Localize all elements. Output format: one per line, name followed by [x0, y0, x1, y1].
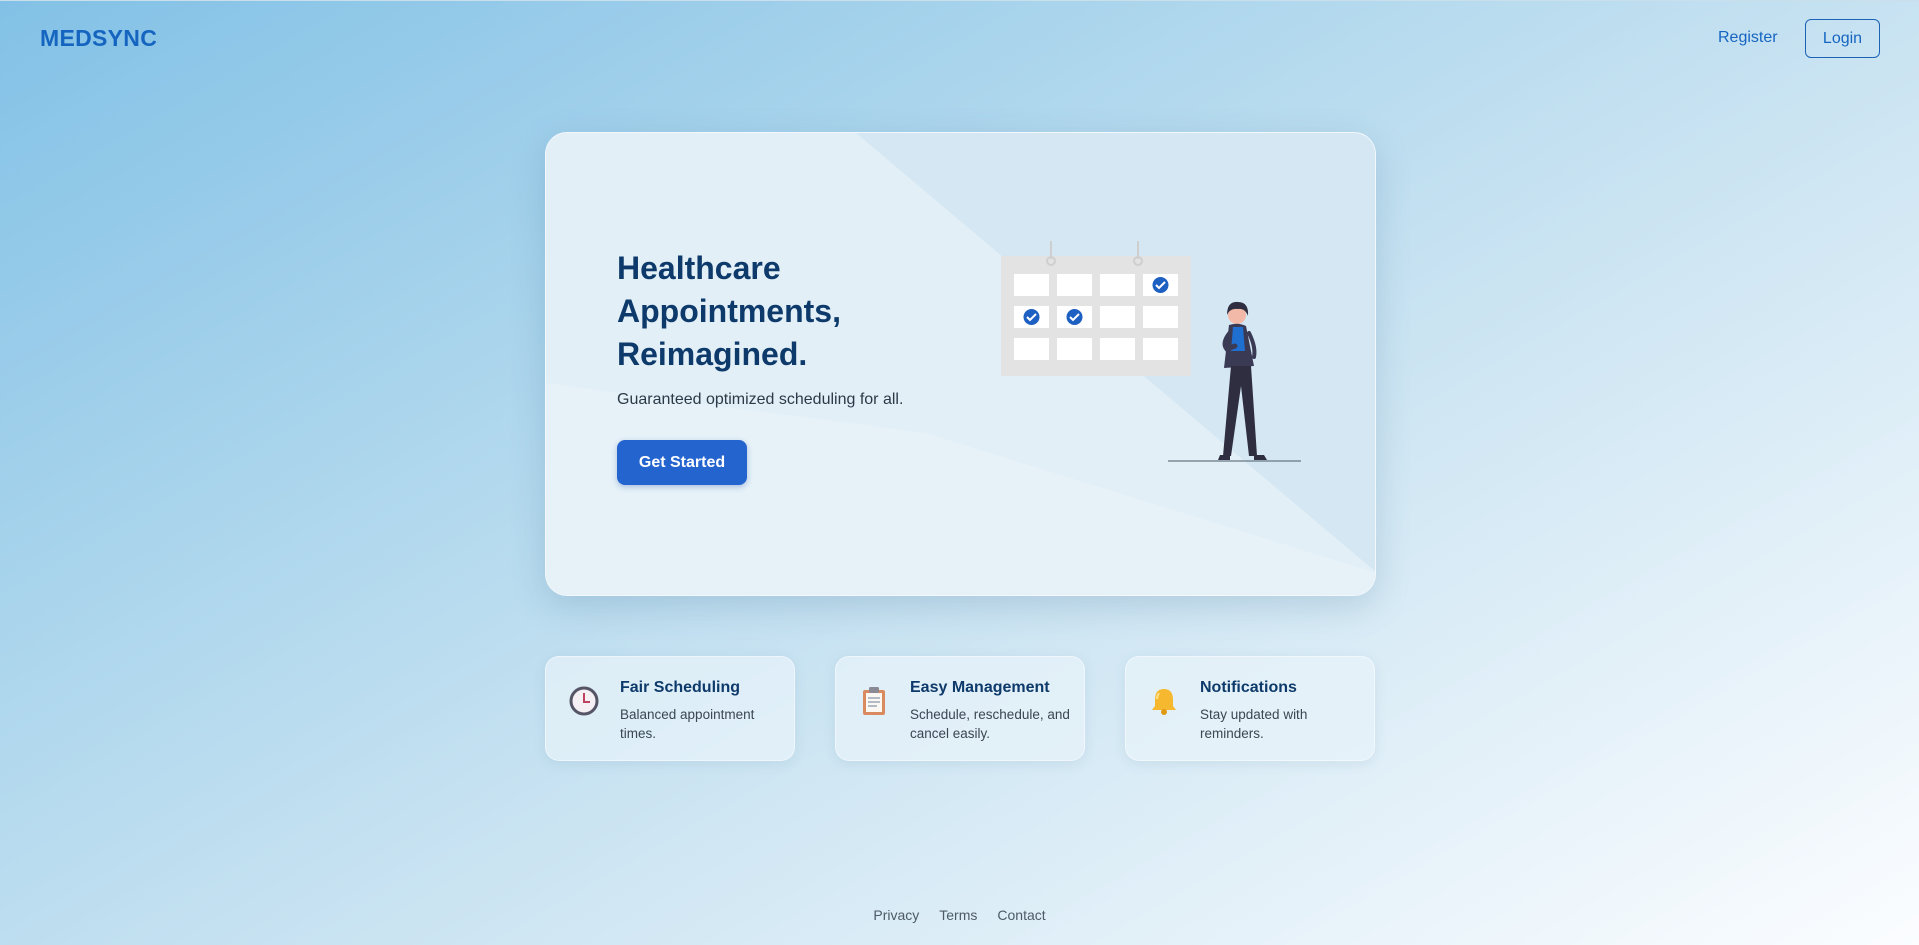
feature-card-easy-management: Easy Management Schedule, reschedule, an… [835, 656, 1085, 761]
hero-card: Healthcare Appointments, Reimagined. Gua… [545, 132, 1376, 596]
top-navigation: MEDSYNC Register Login [0, 0, 1919, 78]
feature-title: Notifications [1200, 679, 1297, 696]
feature-title: Fair Scheduling [620, 679, 741, 696]
feature-description: Schedule, reschedule, and cancel easily. [910, 707, 1070, 741]
clipboard-icon [863, 687, 885, 715]
feature-card-notifications: Notifications Stay updated with reminder… [1125, 656, 1375, 761]
bell-icon [1152, 689, 1176, 715]
footer: Privacy Terms Contact [0, 907, 1919, 923]
get-started-button[interactable]: Get Started [617, 440, 747, 485]
feature-description: Stay updated with reminders. [1200, 707, 1308, 741]
register-link[interactable]: Register [1718, 29, 1778, 47]
clock-icon [569, 686, 599, 716]
hero-title: Healthcare Appointments, Reimagined. [617, 250, 841, 372]
footer-link-contact[interactable]: Contact [997, 907, 1045, 923]
hero-subtitle: Guaranteed optimized scheduling for all. [617, 391, 904, 408]
feature-title: Easy Management [910, 679, 1050, 696]
footer-link-privacy[interactable]: Privacy [873, 907, 919, 923]
footer-link-terms[interactable]: Terms [939, 907, 977, 923]
logo[interactable]: MEDSYNC [40, 25, 157, 52]
calendar-illustration [1001, 241, 1301, 462]
feature-description: Balanced appointment times. [620, 707, 755, 741]
feature-card-fair-scheduling: Fair Scheduling Balanced appointment tim… [545, 656, 795, 761]
login-button[interactable]: Login [1805, 19, 1880, 58]
